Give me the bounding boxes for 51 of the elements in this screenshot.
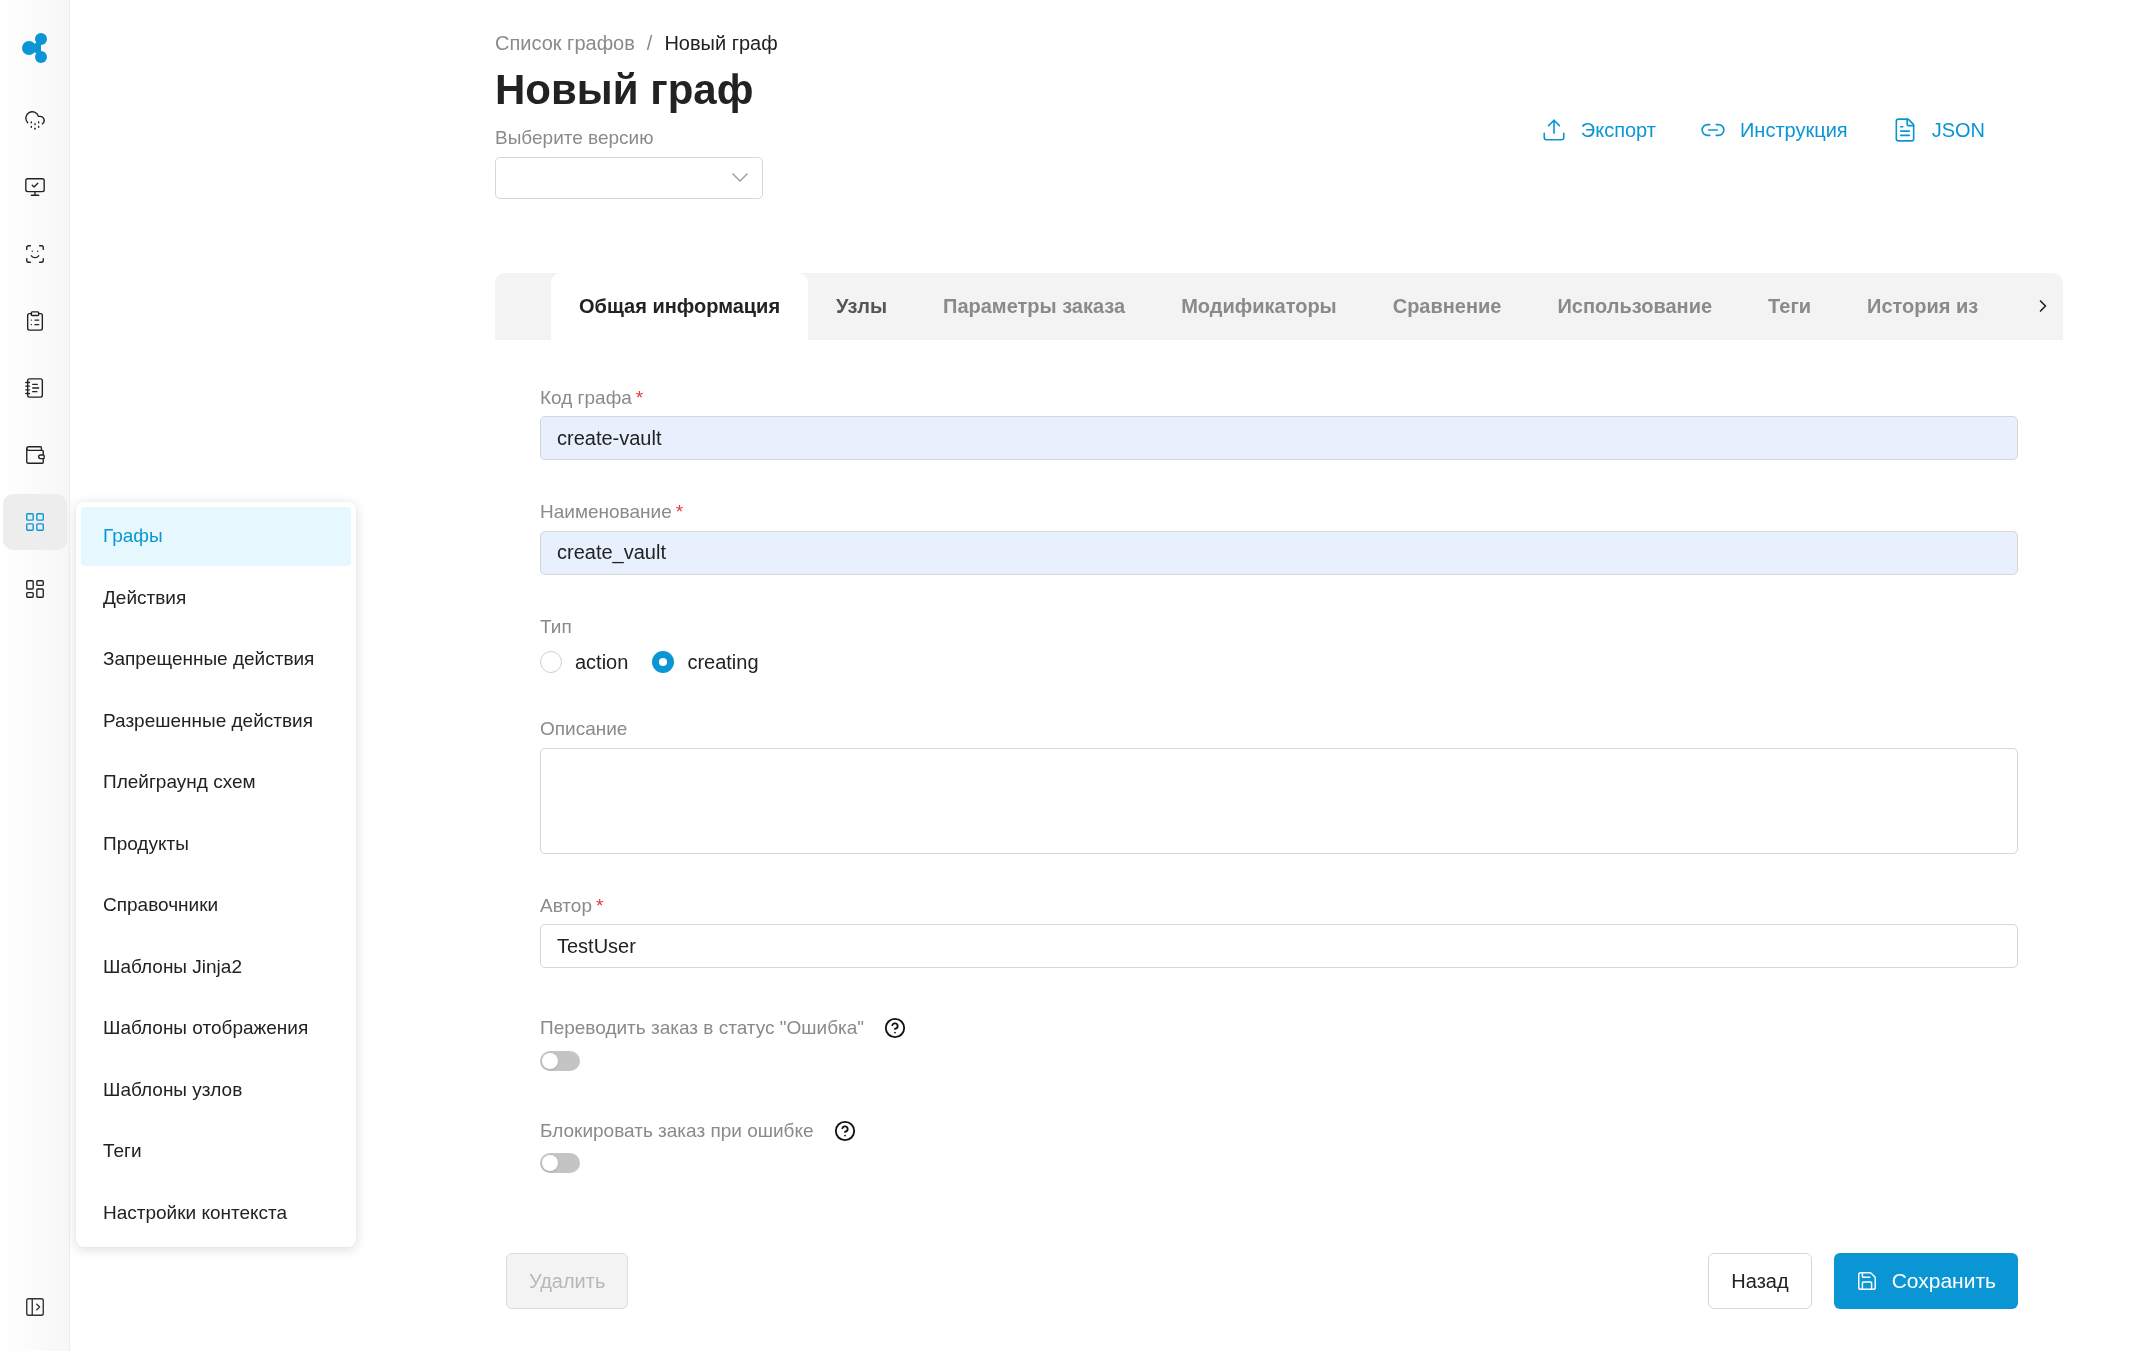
radio-button[interactable] bbox=[652, 651, 675, 673]
menu-item[interactable]: Справочники bbox=[81, 876, 351, 935]
tab[interactable]: Узлы bbox=[808, 272, 915, 340]
menu-item[interactable]: Продукты bbox=[81, 814, 351, 873]
toggle-label: Блокировать заказ при ошибке bbox=[540, 1118, 814, 1143]
menu-item[interactable]: Шаблоны Jinja2 bbox=[81, 937, 351, 996]
menu-item[interactable]: Настройки контекста bbox=[81, 1183, 351, 1242]
expand-sidebar-icon[interactable] bbox=[23, 1296, 46, 1318]
required-asterisk: * bbox=[675, 500, 684, 524]
logo-icon[interactable] bbox=[20, 32, 49, 64]
tab[interactable]: Общая информация bbox=[551, 272, 809, 340]
help-icon[interactable] bbox=[833, 1119, 856, 1142]
toggle-switch[interactable] bbox=[540, 1050, 580, 1071]
description-field[interactable] bbox=[540, 747, 2018, 854]
chevron-down-icon bbox=[732, 173, 748, 182]
menu-item[interactable]: Действия bbox=[81, 568, 351, 627]
radio-label: creating bbox=[687, 650, 759, 675]
toggle-label: Переводить заказ в статус "Ошибка" bbox=[540, 1016, 865, 1040]
notebook-icon bbox=[23, 377, 46, 399]
menu-item[interactable]: Теги bbox=[81, 1122, 351, 1181]
required-asterisk: * bbox=[635, 385, 644, 410]
upload-icon bbox=[1540, 117, 1567, 143]
field-label: Код графа bbox=[540, 385, 632, 410]
wallet-icon bbox=[23, 444, 46, 466]
menu-item[interactable]: Разрешенные действия bbox=[81, 691, 351, 750]
toggle-switch[interactable] bbox=[540, 1153, 580, 1173]
menu-item[interactable]: Плейграунд схем bbox=[81, 753, 351, 812]
text-field[interactable]: create-vault bbox=[540, 416, 2018, 460]
dashboard-icon bbox=[23, 578, 46, 600]
field-label: Автор bbox=[540, 893, 592, 918]
field-label: Выберите версию bbox=[495, 126, 655, 150]
help-icon[interactable] bbox=[884, 1017, 907, 1040]
save-icon bbox=[1855, 1270, 1878, 1292]
field-label: Описание bbox=[540, 717, 628, 741]
radio-button[interactable] bbox=[540, 651, 562, 673]
monitor-icon bbox=[23, 176, 46, 198]
menu-item[interactable]: Шаблоны узлов bbox=[81, 1060, 351, 1119]
text-field[interactable]: create_vault bbox=[540, 530, 2018, 575]
cloud-icon bbox=[23, 109, 46, 131]
radio-label: action bbox=[575, 650, 629, 675]
required-asterisk: * bbox=[596, 893, 604, 918]
breadcrumb-current: Новый граф bbox=[664, 31, 778, 56]
back-button[interactable]: Назад bbox=[1708, 1253, 1812, 1309]
field-label: Тип bbox=[540, 614, 572, 639]
text-field[interactable]: TestUser bbox=[540, 924, 2018, 968]
breadcrumb-link[interactable]: Список графов bbox=[495, 28, 635, 58]
menu-item[interactable]: Шаблоны отображения bbox=[81, 999, 351, 1058]
breadcrumb-separator: / bbox=[646, 31, 653, 56]
page-title: Новый граф bbox=[495, 65, 755, 115]
field-label: Наименование bbox=[540, 500, 672, 524]
menu-item[interactable]: Запрещенные действия bbox=[81, 630, 351, 689]
